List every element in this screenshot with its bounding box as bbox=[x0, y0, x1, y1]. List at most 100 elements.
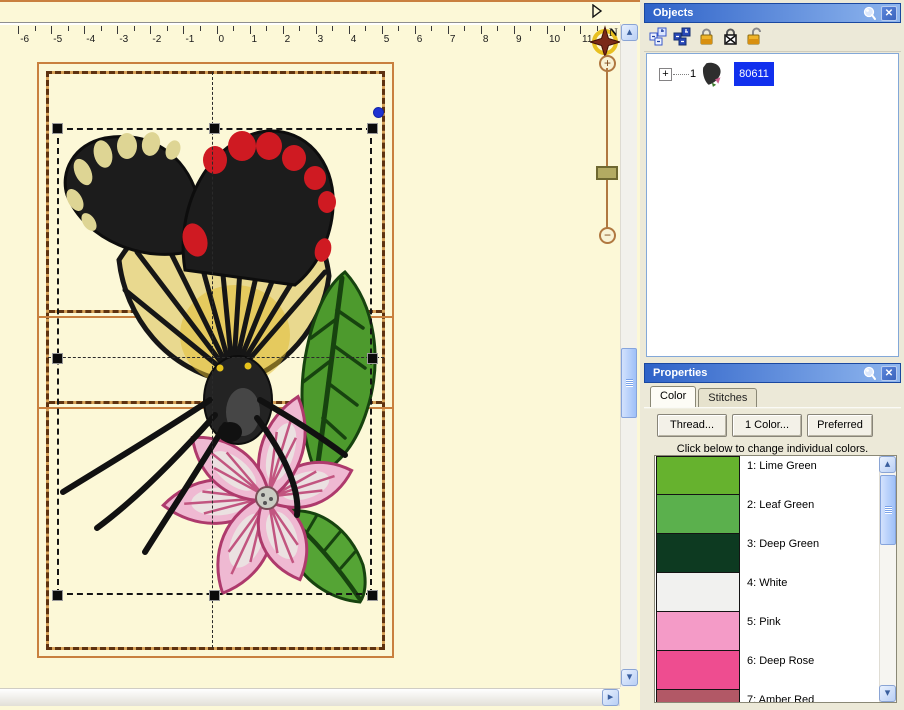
objects-panel: Objects ✕ bbox=[644, 3, 901, 358]
color-swatch[interactable] bbox=[656, 690, 740, 703]
color-action-buttons: Thread... 1 Color... Preferred bbox=[644, 409, 901, 437]
ruler-number: 0 bbox=[219, 34, 225, 45]
preferred-button[interactable]: Preferred bbox=[807, 414, 873, 437]
ruler-number: -3 bbox=[119, 34, 128, 45]
ruler-tick bbox=[233, 26, 234, 31]
lock-closed-icon[interactable] bbox=[697, 27, 716, 46]
objects-panel-titlebar[interactable]: Objects ✕ bbox=[644, 3, 901, 23]
object-thumbnail[interactable] bbox=[700, 60, 728, 88]
object-label-selected[interactable]: 80611 bbox=[734, 62, 774, 86]
color-list-scrollbar[interactable]: ▴ ▾ bbox=[879, 456, 896, 702]
rotate-handle[interactable] bbox=[373, 107, 384, 118]
scroll-down-button[interactable]: ▾ bbox=[879, 685, 896, 702]
ruler-number: 5 bbox=[384, 34, 390, 45]
resize-handle-middle-left[interactable] bbox=[52, 353, 63, 364]
ruler-number: 6 bbox=[417, 34, 423, 45]
color-swatch[interactable] bbox=[656, 495, 740, 534]
ruler-tick bbox=[564, 26, 565, 31]
color-swatch[interactable] bbox=[656, 573, 740, 612]
ruler-number: -6 bbox=[20, 34, 29, 45]
color-label: 4: White bbox=[747, 577, 787, 589]
color-row[interactable]: 3: Deep Green bbox=[655, 534, 896, 573]
ruler-tick bbox=[547, 26, 548, 34]
resize-handle-bottom-middle[interactable] bbox=[209, 590, 220, 601]
scroll-up-button[interactable]: ▴ bbox=[879, 456, 896, 473]
ruler-tick bbox=[398, 26, 399, 31]
resize-handle-middle-right[interactable] bbox=[367, 353, 378, 364]
select-items-icon[interactable] bbox=[649, 27, 668, 46]
vertical-scrollbar[interactable]: ▴ ▾ bbox=[620, 24, 637, 687]
ruler-tick bbox=[117, 26, 118, 34]
select-groups-icon[interactable] bbox=[673, 27, 692, 46]
color-swatch[interactable] bbox=[656, 651, 740, 690]
color-row[interactable]: 7: Amber Red bbox=[655, 690, 896, 703]
ruler-tick bbox=[183, 26, 184, 34]
ruler-tick bbox=[217, 26, 218, 34]
resize-handle-top-left[interactable] bbox=[52, 123, 63, 134]
ruler-number: 1 bbox=[252, 34, 258, 45]
collapse-arrow-icon[interactable] bbox=[591, 4, 603, 19]
color-label: 7: Amber Red bbox=[747, 694, 814, 703]
color-label: 1: Lime Green bbox=[747, 460, 817, 472]
tab-color[interactable]: Color bbox=[650, 386, 696, 407]
close-icon[interactable]: ✕ bbox=[881, 6, 897, 21]
ruler-tick bbox=[448, 26, 449, 34]
ruler-tick bbox=[514, 26, 515, 34]
ruler-tick bbox=[316, 26, 317, 34]
color-list-scroll-thumb[interactable] bbox=[880, 475, 896, 545]
color-row[interactable]: 2: Leaf Green bbox=[655, 495, 896, 534]
resize-handle-bottom-left[interactable] bbox=[52, 590, 63, 601]
color-rows: 1: Lime Green 2: Leaf Green 3: Deep Green 4… bbox=[655, 456, 896, 703]
color-row[interactable]: 1: Lime Green bbox=[655, 456, 896, 495]
pin-icon[interactable] bbox=[862, 366, 878, 381]
ruler-tick bbox=[150, 26, 151, 34]
resize-handle-top-right[interactable] bbox=[367, 123, 378, 134]
scroll-up-button[interactable]: ▴ bbox=[621, 24, 638, 41]
expand-icon[interactable]: + bbox=[659, 68, 672, 81]
color-row[interactable]: 6: Deep Rose bbox=[655, 651, 896, 690]
ruler-tick bbox=[51, 26, 52, 34]
object-item: + 1 80611 bbox=[659, 60, 774, 88]
lock-open-icon[interactable] bbox=[745, 27, 764, 46]
objects-panel-title: Objects bbox=[653, 7, 693, 19]
color-list: 1: Lime Green 2: Leaf Green 3: Deep Green 4… bbox=[654, 455, 897, 703]
object-index: 1 bbox=[690, 68, 696, 80]
tab-stitches[interactable]: Stitches bbox=[698, 388, 757, 407]
ruler-tick bbox=[349, 26, 350, 34]
zoom-out-button[interactable]: − bbox=[599, 227, 616, 244]
horizontal-scrollbar[interactable]: ▸ bbox=[0, 688, 620, 706]
color-swatch[interactable] bbox=[656, 456, 740, 495]
ruler-tick bbox=[134, 26, 135, 31]
tree-connector bbox=[673, 74, 689, 75]
objects-list[interactable]: + 1 80611 bbox=[646, 53, 899, 357]
ruler-tick bbox=[101, 26, 102, 31]
ruler-tick bbox=[299, 26, 300, 31]
resize-handle-bottom-right[interactable] bbox=[367, 590, 378, 601]
ruler-tick bbox=[530, 26, 531, 31]
scroll-right-button[interactable]: ▸ bbox=[602, 689, 619, 706]
ruler-tick bbox=[332, 26, 333, 31]
selection-rect[interactable] bbox=[57, 128, 372, 595]
one-color-button[interactable]: 1 Color... bbox=[732, 414, 802, 437]
lock-crossed-icon[interactable] bbox=[721, 27, 740, 46]
color-list-caption: Click below to change individual colors. bbox=[644, 443, 901, 455]
vertical-scroll-thumb[interactable] bbox=[621, 348, 637, 418]
thread-button[interactable]: Thread... bbox=[657, 414, 727, 437]
design-canvas[interactable]: -6-5-4-3-2-101234567891011 bbox=[0, 0, 640, 710]
color-label: 3: Deep Green bbox=[747, 538, 819, 550]
compass-icon bbox=[590, 25, 624, 59]
scroll-down-button[interactable]: ▾ bbox=[621, 669, 638, 686]
zoom-slider-handle[interactable] bbox=[596, 166, 618, 180]
properties-tabs: Color Stitches bbox=[644, 386, 901, 407]
color-row[interactable]: 5: Pink bbox=[655, 612, 896, 651]
ruler-number: 7 bbox=[450, 34, 456, 45]
properties-panel-titlebar[interactable]: Properties ✕ bbox=[644, 363, 901, 383]
pin-icon[interactable] bbox=[862, 6, 878, 21]
color-swatch[interactable] bbox=[656, 534, 740, 573]
resize-handle-top-middle[interactable] bbox=[209, 123, 220, 134]
color-swatch[interactable] bbox=[656, 612, 740, 651]
zoom-slider-track[interactable] bbox=[606, 68, 608, 230]
color-row[interactable]: 4: White bbox=[655, 573, 896, 612]
close-icon[interactable]: ✕ bbox=[881, 366, 897, 381]
ruler-tick bbox=[283, 26, 284, 34]
